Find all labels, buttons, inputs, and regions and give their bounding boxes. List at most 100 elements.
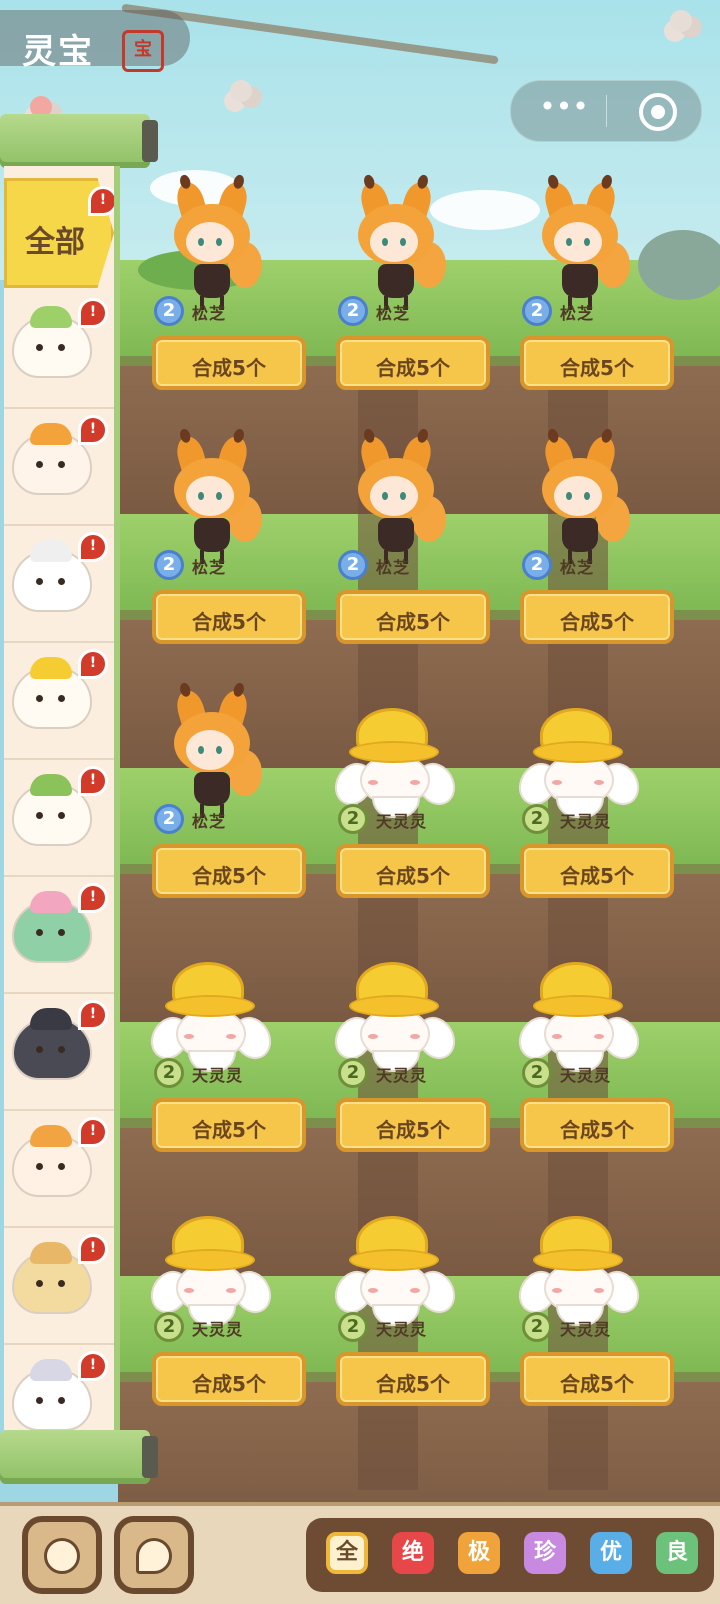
sidebar-item-sprout-pet[interactable]: ! — [4, 760, 114, 877]
merge-button[interactable]: 合成5个 — [336, 1352, 490, 1406]
pet-category-sidebar[interactable]: 全部 ! !!!!!!!!!! — [4, 166, 120, 1434]
pet-card-squirrel: 2 松芝合成5个 — [304, 172, 490, 426]
gold-hat-sprite-character[interactable] — [511, 1216, 647, 1326]
pet-label: 2 天灵灵 — [488, 804, 672, 834]
level-badge: 2 — [338, 1312, 368, 1342]
pet-card-squirrel: 2 松芝 合成5个 — [120, 680, 306, 934]
alert-badge: ! — [78, 298, 108, 328]
sidebar-item-white-cat-pet[interactable]: ! — [4, 1345, 114, 1434]
sidebar-item-calico-pet[interactable]: ! — [4, 409, 114, 526]
filter-5[interactable]: 良 — [656, 1532, 698, 1574]
squirrel-girl-character[interactable] — [162, 433, 262, 566]
merge-button-label: 合成5个 — [192, 356, 266, 380]
filter-0[interactable]: 全 — [326, 1532, 368, 1574]
merge-button[interactable]: 合成5个 — [152, 1098, 306, 1152]
gold-hat-sprite-character[interactable] — [511, 708, 647, 818]
chat-button[interactable] — [114, 1516, 194, 1594]
sidebar-item-gold-hat-pet[interactable]: ! — [4, 643, 114, 760]
pet-name: 松芝 — [376, 304, 411, 323]
pet-card-squirrel: 2 松芝 合成5个 — [120, 172, 306, 426]
merge-button[interactable]: 合成5个 — [152, 336, 306, 390]
merge-button-label: 合成5个 — [192, 610, 266, 634]
merge-button[interactable]: 合成5个 — [336, 590, 490, 644]
squirrel-girl-character[interactable] — [346, 433, 446, 566]
pet-label: 2 天灵灵 — [120, 1312, 304, 1342]
gold-hat-sprite-character[interactable] — [327, 962, 463, 1072]
merge-button[interactable]: 合成5个 — [336, 844, 490, 898]
pet-name: 松芝 — [560, 558, 595, 577]
filter-4[interactable]: 优 — [590, 1532, 632, 1574]
merge-button[interactable]: 合成5个 — [152, 844, 306, 898]
alert-badge: ! — [78, 1351, 108, 1381]
pet-label: 2 天灵灵 — [120, 1058, 304, 1088]
merge-button-label: 合成5个 — [560, 1372, 634, 1396]
gold-hat-sprite-character[interactable] — [327, 1216, 463, 1326]
merge-button[interactable]: 合成5个 — [152, 1352, 306, 1406]
target-circle-icon[interactable] — [639, 93, 677, 131]
merge-button[interactable]: 合成5个 — [152, 590, 306, 644]
level-badge: 2 — [338, 296, 368, 326]
seal-icon: 宝 — [122, 30, 164, 72]
merge-button[interactable]: 合成5个 — [520, 844, 674, 898]
rarity-filter-bar: 全绝极珍优良 — [306, 1518, 714, 1592]
merge-button[interactable]: 合成5个 — [520, 336, 674, 390]
alert-badge: ! — [78, 649, 108, 679]
level-badge: 2 — [338, 804, 368, 834]
level-badge: 2 — [522, 804, 552, 834]
gold-hat-sprite-character[interactable] — [143, 1216, 279, 1326]
pet-card-sprite: 2 天灵灵合成5个 — [120, 934, 306, 1188]
merge-button[interactable]: 合成5个 — [336, 336, 490, 390]
level-badge: 2 — [522, 550, 552, 580]
pet-card-squirrel: 2 松芝 合成5个 — [120, 426, 306, 680]
merge-button[interactable]: 合成5个 — [520, 590, 674, 644]
sidebar-item-leaf-hat-pet[interactable]: ! — [4, 292, 114, 409]
gold-hat-sprite-character[interactable] — [327, 708, 463, 818]
back-button[interactable] — [22, 1516, 102, 1594]
pet-card-squirrel: 2 松芝合成5个 — [304, 426, 490, 680]
sidebar-item-lion-pet[interactable]: ! — [4, 1228, 114, 1345]
squirrel-girl-character[interactable] — [530, 433, 630, 566]
sidebar-item-orange-cat-pet[interactable]: ! — [4, 1111, 114, 1228]
merge-button[interactable]: 合成5个 — [520, 1352, 674, 1406]
mini-program-capsule: ••• — [510, 80, 702, 142]
filter-1[interactable]: 绝 — [392, 1532, 434, 1574]
pet-name: 天灵灵 — [376, 1320, 428, 1339]
pet-label: 2 松芝 — [304, 550, 488, 580]
alert-badge: ! — [78, 1117, 108, 1147]
pet-card-sprite: 2 天灵灵合成5个 — [488, 1188, 674, 1442]
merge-button[interactable]: 合成5个 — [336, 1098, 490, 1152]
sidebar-item-sheep-pet[interactable]: ! — [4, 526, 114, 643]
filter-3[interactable]: 珍 — [524, 1532, 566, 1574]
squirrel-girl-character[interactable] — [162, 179, 262, 312]
sidebar-item-black-cat-pet[interactable]: ! — [4, 994, 114, 1111]
back-arrow-icon — [44, 1538, 80, 1574]
squirrel-girl-character[interactable] — [530, 179, 630, 312]
merge-button[interactable]: 合成5个 — [520, 1098, 674, 1152]
page-title: 灵宝 — [22, 32, 94, 72]
gold-hat-sprite-character[interactable] — [511, 962, 647, 1072]
level-badge: 2 — [154, 804, 184, 834]
filter-2[interactable]: 极 — [458, 1532, 500, 1574]
level-badge: 2 — [338, 550, 368, 580]
level-badge: 2 — [154, 1312, 184, 1342]
pet-label: 2 天灵灵 — [304, 1058, 488, 1088]
alert-badge: ! — [78, 1000, 108, 1030]
squirrel-girl-character[interactable] — [346, 179, 446, 312]
pet-name: 天灵灵 — [192, 1066, 244, 1085]
pet-label: 2 松芝 — [304, 296, 488, 326]
level-badge: 2 — [522, 296, 552, 326]
level-badge: 2 — [154, 296, 184, 326]
level-badge: 2 — [154, 1058, 184, 1088]
merge-button-label: 合成5个 — [376, 1118, 450, 1142]
pet-card-squirrel: 2 松芝合成5个 — [488, 426, 674, 680]
merge-button-label: 合成5个 — [192, 1118, 266, 1142]
squirrel-girl-character[interactable] — [162, 687, 262, 820]
merge-button-label: 合成5个 — [560, 1118, 634, 1142]
pet-name: 天灵灵 — [376, 1066, 428, 1085]
alert-badge: ! — [78, 766, 108, 796]
sidebar-item-melon-pet[interactable]: ! — [4, 877, 114, 994]
pet-label: 2 天灵灵 — [488, 1312, 672, 1342]
gold-hat-sprite-character[interactable] — [143, 962, 279, 1072]
more-dots-icon[interactable]: ••• — [539, 93, 589, 127]
pet-card-sprite: 2 天灵灵合成5个 — [304, 1188, 490, 1442]
